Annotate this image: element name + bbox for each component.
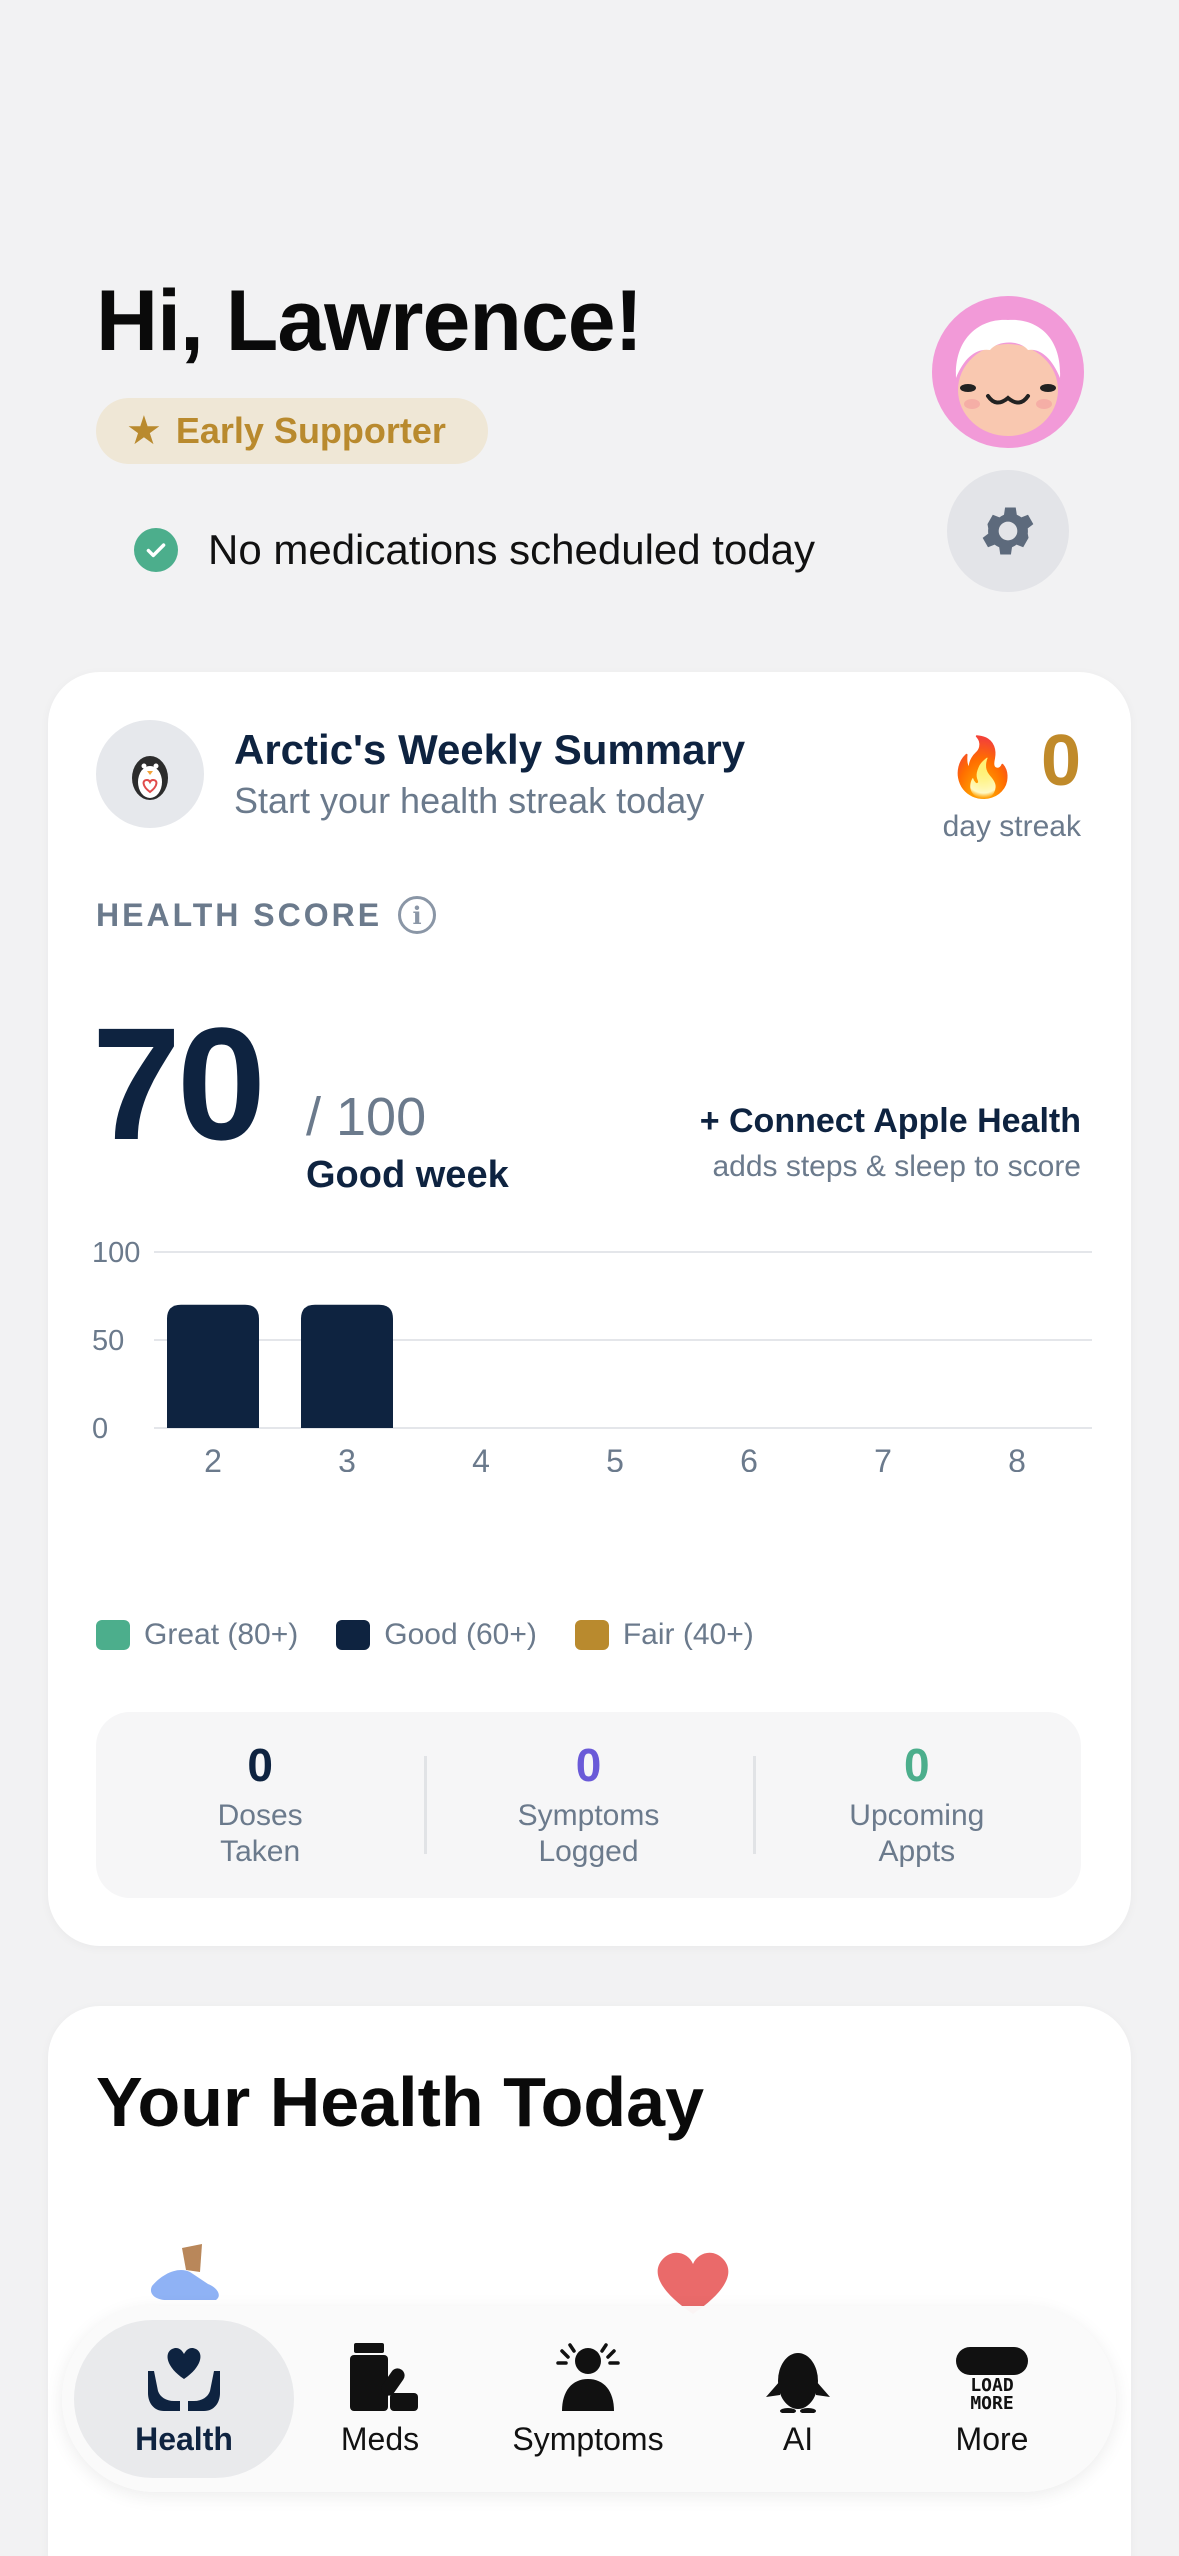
chart-bar	[167, 1304, 259, 1428]
tab-label: More	[955, 2420, 1029, 2457]
streak-count: 0	[1040, 721, 1081, 801]
health-score-label-text: HEALTH SCORE	[96, 896, 383, 933]
penguin-icon	[766, 2352, 830, 2413]
tab-health[interactable]: Health	[74, 2320, 294, 2478]
tab-label: Symptoms	[512, 2420, 664, 2457]
legend-good: Good (60+)	[336, 1618, 537, 1652]
stat-value: 0	[904, 1739, 930, 1791]
early-supporter-badge: ★ Early Supporter	[96, 398, 488, 464]
health-today-title: Your Health Today	[96, 2063, 705, 2141]
tab-label: Meds	[340, 2420, 420, 2457]
info-icon[interactable]: i	[398, 896, 437, 934]
x-tick-label: 4	[472, 1443, 490, 1472]
stats-panel: 0 Doses Taken 0 Symptoms Logged 0 Upcoming…	[96, 1712, 1081, 1898]
tab-bar: Health Meds Symptoms AI LOAD MORE More	[62, 2306, 1116, 2492]
x-tick-label: 2	[204, 1443, 222, 1472]
summary-subtitle: Start your health streak today	[234, 780, 705, 821]
stat-label: Doses Taken	[217, 1799, 303, 1868]
svg-text:MORE: MORE	[970, 2393, 1013, 2413]
settings-button[interactable]	[947, 470, 1069, 592]
legend-fair: Fair (40+)	[574, 1618, 754, 1652]
chart-bar	[301, 1304, 393, 1428]
x-tick-label: 8	[1008, 1443, 1026, 1472]
stat-value: 0	[575, 1739, 602, 1791]
x-tick-label: 6	[740, 1443, 758, 1472]
streak-label: day streak	[942, 810, 1081, 843]
x-tick-label: 7	[874, 1443, 892, 1472]
tab-label: AI	[782, 2420, 814, 2457]
stat-upcoming-appts[interactable]: 0 Upcoming Appts	[752, 1712, 1081, 1898]
tab-label: Health	[135, 2420, 233, 2457]
weekly-summary-card[interactable]: Arctic's Weekly Summary Start your healt…	[48, 672, 1131, 1946]
gear-icon	[982, 507, 1034, 555]
legend-label-great: Great (80+)	[144, 1618, 299, 1651]
y-tick-label: 100	[92, 1237, 140, 1269]
avatar[interactable]	[932, 296, 1084, 448]
y-tick-label: 0	[92, 1413, 108, 1445]
x-tick-label: 3	[338, 1443, 356, 1472]
tab-meds[interactable]: Meds	[270, 2320, 490, 2478]
summary-title: Arctic's Weekly Summary	[234, 726, 746, 773]
legend-swatch-good	[336, 1620, 371, 1650]
legend-label-fair: Fair (40+)	[622, 1618, 754, 1651]
legend-swatch-fair	[574, 1620, 609, 1650]
health-score-label: HEALTH SCORE i	[96, 896, 437, 934]
stat-value: 0	[247, 1739, 273, 1791]
x-tick-label: 5	[606, 1443, 624, 1472]
flame-icon: 🔥	[946, 735, 1019, 800]
tab-symptoms[interactable]: Symptoms	[478, 2320, 698, 2478]
person-symptoms-icon	[556, 2342, 620, 2411]
pill-bottle-icon	[350, 2342, 418, 2411]
medication-status: No medications scheduled today	[134, 520, 815, 580]
stat-label: Upcoming Appts	[849, 1799, 985, 1868]
health-score-max: / 100	[306, 1087, 427, 1147]
load-more-icon: LOAD MORE	[956, 2346, 1028, 2413]
greeting-title: Hi, Lawrence!	[96, 273, 643, 369]
health-score-quality: Good week	[306, 1154, 509, 1196]
shoe-icon	[150, 2244, 219, 2300]
y-tick-label: 50	[92, 1325, 124, 1357]
stat-label: Symptoms Logged	[517, 1799, 660, 1868]
tab-more[interactable]: LOAD MORE More	[882, 2320, 1102, 2478]
connect-apple-health-link[interactable]: + Connect Apple Health	[700, 1102, 1081, 1141]
stat-doses-taken[interactable]: 0 Doses Taken	[96, 1712, 424, 1898]
tab-ai[interactable]: AI	[688, 2320, 908, 2478]
connect-apple-health-subtitle: adds steps & sleep to score	[712, 1150, 1081, 1183]
check-icon	[134, 528, 178, 572]
hands-heart-icon	[148, 2347, 220, 2411]
chart-legend: Great (80+) Good (60+) Fair (40+)	[96, 1618, 792, 1652]
badge-label: Early Supporter	[175, 410, 446, 451]
legend-swatch-great	[96, 1620, 130, 1650]
health-score-chart: 0 50 100 2 3 4 5 6 7 8	[92, 1237, 1092, 1472]
health-score-value: 70	[92, 994, 266, 1173]
penguin-avatar	[96, 720, 204, 828]
legend-label-good: Good (60+)	[384, 1618, 537, 1651]
stat-symptoms-logged[interactable]: 0 Symptoms Logged	[424, 1712, 752, 1898]
medication-status-text: No medications scheduled today	[208, 526, 816, 573]
legend-great: Great (80+)	[96, 1618, 298, 1652]
star-icon: ★	[126, 409, 162, 453]
